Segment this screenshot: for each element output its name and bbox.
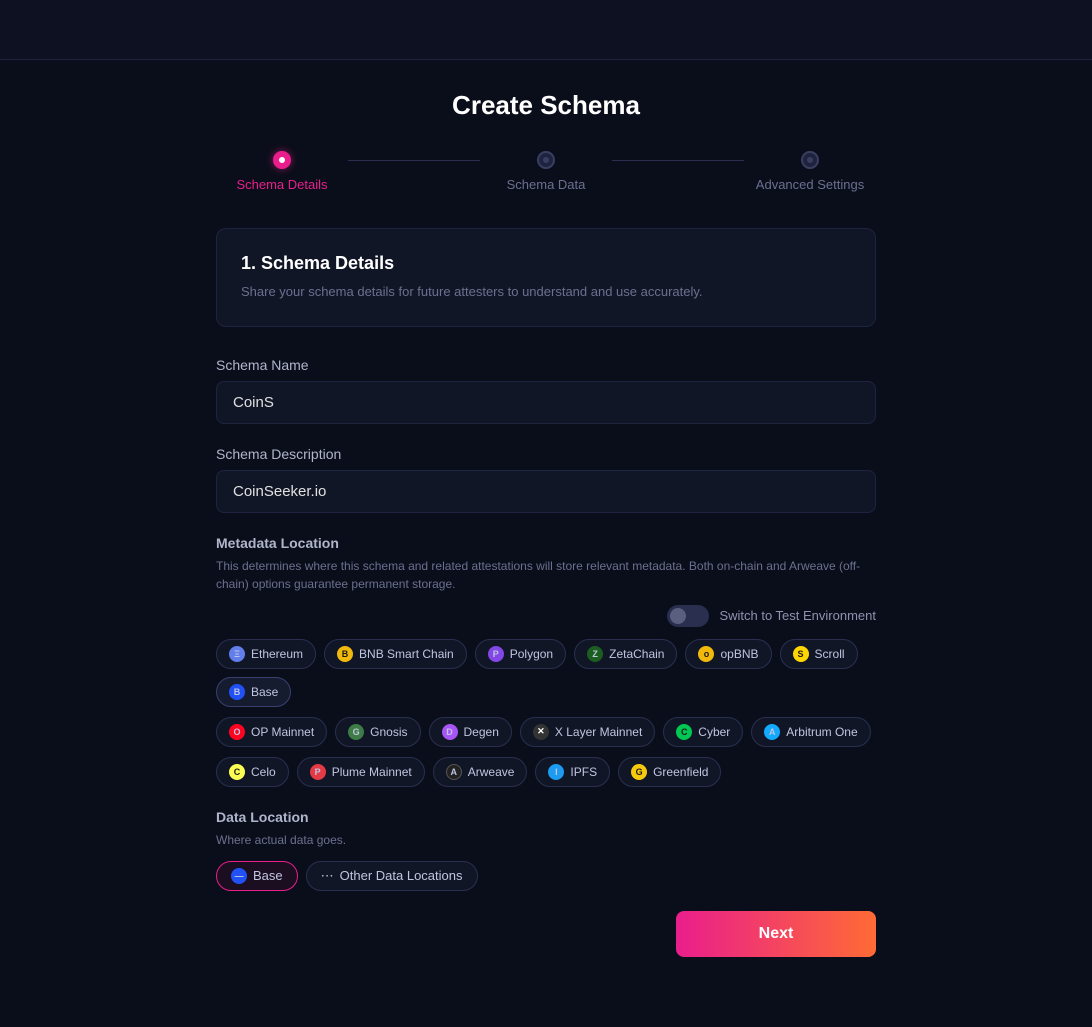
step-label-1: Schema Details [236,177,327,192]
step-advanced-settings[interactable]: Advanced Settings [744,151,876,192]
chain-icon-greenfield: G [631,764,647,780]
chain-pill-bnb[interactable]: B BNB Smart Chain [324,639,467,669]
metadata-location-group: Metadata Location This determines where … [216,535,876,787]
chain-label-plume: Plume Mainnet [332,765,412,779]
chain-label-opbnb: opBNB [720,647,758,661]
data-location-base-label: Base [253,868,283,883]
chain-pill-zetachain[interactable]: Z ZetaChain [574,639,677,669]
chain-icon-polygon: P [488,646,504,662]
chain-pill-xlayer[interactable]: ✕ X Layer Mainnet [520,717,655,747]
page-title: Create Schema [216,90,876,121]
chain-label-degen: Degen [464,725,499,739]
next-button[interactable]: Next [676,911,876,957]
chain-pill-arbitrum[interactable]: A Arbitrum One [751,717,870,747]
chain-label-gnosis: Gnosis [370,725,407,739]
chain-pill-arweave[interactable]: A Arweave [433,757,528,787]
schema-description-input[interactable] [216,470,876,513]
schema-name-label: Schema Name [216,357,876,373]
chain-pill-polygon[interactable]: P Polygon [475,639,566,669]
step-circle-2 [537,151,555,169]
chain-pill-scroll[interactable]: S Scroll [780,639,858,669]
chain-icon-base: B [229,684,245,700]
chain-pill-degen[interactable]: D Degen [429,717,512,747]
schema-description-label: Schema Description [216,446,876,462]
data-location-section: Data Location Where actual data goes. — … [216,809,876,891]
data-location-other-icon: ⋯ [321,868,334,884]
schema-name-input[interactable] [216,381,876,424]
chain-label-scroll: Scroll [815,647,845,661]
step-label-3: Advanced Settings [756,177,864,192]
page-content: Create Schema Schema Details Schema Data… [196,60,896,1027]
chain-pill-cyber[interactable]: C Cyber [663,717,743,747]
chain-label-polygon: Polygon [510,647,553,661]
step-schema-details[interactable]: Schema Details [216,151,348,192]
chain-icon-op-mainnet: O [229,724,245,740]
switch-row: Switch to Test Environment [216,605,876,627]
chains-row-2: O OP Mainnet G Gnosis D Degen ✕ X Layer … [216,717,876,747]
schema-details-heading: 1. Schema Details [241,253,851,274]
chain-label-zetachain: ZetaChain [609,647,664,661]
stepper: Schema Details Schema Data Advanced Sett… [216,151,876,192]
data-location-other-label: Other Data Locations [340,868,463,883]
data-location-pills: — Base ⋯ Other Data Locations [216,861,876,891]
metadata-location-desc: This determines where this schema and re… [216,557,876,593]
switch-label: Switch to Test Environment [719,608,876,623]
chain-pill-op-mainnet[interactable]: O OP Mainnet [216,717,327,747]
data-location-title: Data Location [216,809,876,825]
chain-pill-greenfield[interactable]: G Greenfield [618,757,721,787]
chain-icon-xlayer: ✕ [533,724,549,740]
chain-icon-degen: D [442,724,458,740]
chain-pill-gnosis[interactable]: G Gnosis [335,717,420,747]
chain-pill-celo[interactable]: C Celo [216,757,289,787]
chain-icon-ipfs: I [548,764,564,780]
chain-icon-arweave: A [446,764,462,780]
schema-name-group: Schema Name [216,357,876,424]
test-environment-toggle[interactable] [667,605,709,627]
chain-label-op-mainnet: OP Mainnet [251,725,314,739]
chain-icon-zetachain: Z [587,646,603,662]
chain-pill-base[interactable]: B Base [216,677,291,707]
chain-label-arweave: Arweave [468,765,515,779]
chain-pill-opbnb[interactable]: o opBNB [685,639,771,669]
chain-pill-ipfs[interactable]: I IPFS [535,757,610,787]
data-location-base-icon: — [231,868,247,884]
chain-label-base: Base [251,685,278,699]
chain-label-ethereum: Ethereum [251,647,303,661]
data-location-desc: Where actual data goes. [216,831,876,849]
chains-row-3: C Celo P Plume Mainnet A Arweave I IPFS … [216,757,876,787]
chains-row-1: Ξ Ethereum B BNB Smart Chain P Polygon Z… [216,639,876,707]
metadata-location-title: Metadata Location [216,535,876,551]
chain-label-arbitrum: Arbitrum One [786,725,857,739]
chain-icon-arbitrum: A [764,724,780,740]
step-connector-2 [612,160,744,161]
chain-label-xlayer: X Layer Mainnet [555,725,642,739]
chain-icon-scroll: S [793,646,809,662]
chain-icon-cyber: C [676,724,692,740]
chain-label-ipfs: IPFS [570,765,597,779]
chain-icon-bnb: B [337,646,353,662]
chain-label-cyber: Cyber [698,725,730,739]
chain-icon-ethereum: Ξ [229,646,245,662]
chain-label-greenfield: Greenfield [653,765,708,779]
step-circle-1 [273,151,291,169]
step-label-2: Schema Data [507,177,586,192]
top-bar [0,0,1092,60]
chain-label-celo: Celo [251,765,276,779]
step-schema-data[interactable]: Schema Data [480,151,612,192]
chain-label-bnb: BNB Smart Chain [359,647,454,661]
schema-details-description: Share your schema details for future att… [241,282,851,302]
step-circle-3 [801,151,819,169]
chain-icon-plume: P [310,764,326,780]
schema-description-group: Schema Description [216,446,876,513]
chain-icon-gnosis: G [348,724,364,740]
chain-pill-ethereum[interactable]: Ξ Ethereum [216,639,316,669]
bottom-bar: Next [216,891,876,967]
data-location-other[interactable]: ⋯ Other Data Locations [306,861,478,891]
chain-pill-plume[interactable]: P Plume Mainnet [297,757,425,787]
step-connector-1 [348,160,480,161]
schema-details-box: 1. Schema Details Share your schema deta… [216,228,876,327]
chain-icon-celo: C [229,764,245,780]
chain-icon-opbnb: o [698,646,714,662]
data-location-base[interactable]: — Base [216,861,298,891]
